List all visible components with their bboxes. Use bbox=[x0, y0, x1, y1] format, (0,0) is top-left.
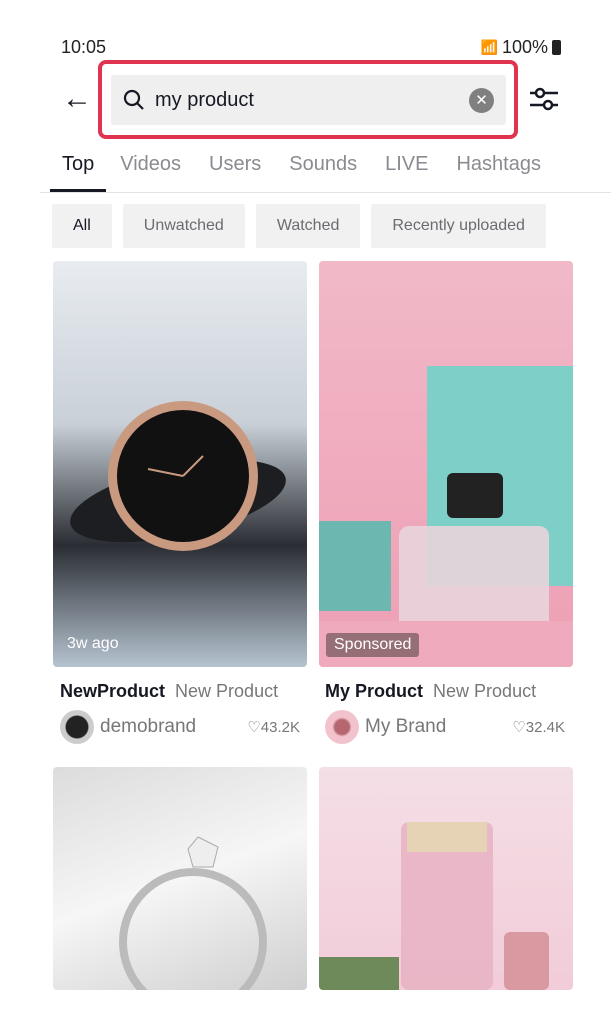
tab-users[interactable]: Users bbox=[195, 150, 275, 192]
tab-videos[interactable]: Videos bbox=[106, 150, 195, 192]
video-age: 3w ago bbox=[67, 635, 119, 652]
filter-chips: All Unwatched Watched Recently uploaded bbox=[52, 204, 546, 248]
clear-search-icon[interactable]: ✕ bbox=[469, 87, 494, 113]
search-input[interactable]: my product bbox=[155, 89, 469, 112]
author-row: My Brand ♡32.4K bbox=[325, 710, 565, 744]
search-bar[interactable]: my product ✕ bbox=[111, 75, 506, 125]
wifi-icon: 📶 bbox=[480, 39, 498, 55]
video-thumbnail-watch[interactable]: 3w ago bbox=[53, 261, 307, 667]
status-bar-icons: 📶 100% bbox=[481, 37, 561, 58]
video-title[interactable]: NewProduct New Product bbox=[60, 681, 278, 702]
chip-recently-uploaded[interactable]: Recently uploaded bbox=[371, 204, 546, 248]
video-title-main: My Product bbox=[325, 681, 424, 701]
author-name[interactable]: My Brand bbox=[365, 716, 446, 738]
search-icon bbox=[123, 89, 144, 110]
video-subtitle: New Product bbox=[433, 681, 537, 701]
bottles-image bbox=[319, 822, 549, 990]
perfume-image bbox=[319, 366, 573, 667]
author-name[interactable]: demobrand bbox=[100, 716, 196, 738]
tab-top[interactable]: Top bbox=[50, 150, 107, 192]
filter-icon[interactable] bbox=[528, 86, 560, 112]
video-title[interactable]: My Product New Product bbox=[325, 681, 536, 702]
video-thumbnail-bottles[interactable] bbox=[319, 767, 573, 990]
tab-hashtags[interactable]: Hashtags bbox=[442, 150, 555, 192]
watch-image bbox=[70, 401, 286, 551]
likes-value: 43.2K bbox=[260, 719, 300, 736]
tab-bar: Top Videos Users Sounds LIVE Hashtags bbox=[40, 150, 611, 193]
status-time: 10:05 bbox=[61, 37, 107, 57]
chip-watched[interactable]: Watched bbox=[255, 204, 361, 248]
author-row: demobrand ♡43.2K bbox=[60, 710, 300, 744]
avatar[interactable] bbox=[325, 710, 359, 744]
chip-unwatched[interactable]: Unwatched bbox=[122, 204, 245, 248]
likes-value: 32.4K bbox=[525, 719, 565, 736]
battery-icon bbox=[552, 40, 561, 55]
chip-all[interactable]: All bbox=[52, 204, 112, 248]
video-thumbnail-ring[interactable] bbox=[53, 767, 307, 990]
battery-level: 100% bbox=[501, 37, 548, 57]
tab-sounds[interactable]: Sounds bbox=[275, 150, 371, 192]
ring-image bbox=[119, 836, 267, 990]
likes-count: ♡43.2K bbox=[247, 719, 300, 736]
likes-count: ♡32.4K bbox=[512, 719, 565, 736]
back-button[interactable]: ← bbox=[62, 84, 92, 114]
avatar[interactable] bbox=[60, 710, 94, 744]
sponsored-badge: Sponsored bbox=[326, 633, 420, 657]
video-subtitle: New Product bbox=[175, 681, 279, 701]
tab-live[interactable]: LIVE bbox=[371, 150, 442, 192]
video-title-main: NewProduct bbox=[60, 681, 166, 701]
video-thumbnail-perfume[interactable]: Sponsored bbox=[319, 261, 573, 667]
